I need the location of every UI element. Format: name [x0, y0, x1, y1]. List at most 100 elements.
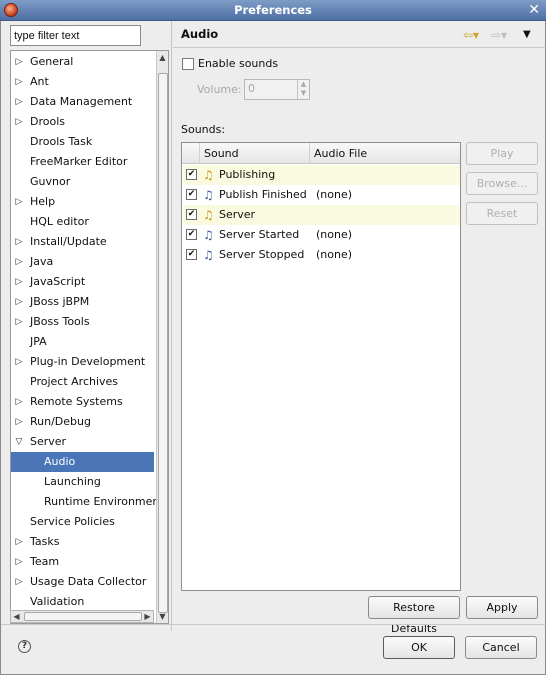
- scroll-up-icon[interactable]: ▲: [157, 53, 168, 63]
- column-header-sound[interactable]: Sound: [200, 143, 310, 164]
- tree-vertical-scrollbar[interactable]: ▲ ▼: [156, 51, 168, 623]
- cancel-button[interactable]: Cancel: [465, 636, 537, 659]
- header-divider: [173, 47, 546, 48]
- tree-item-jboss-tools[interactable]: ▷ JBoss Tools: [11, 312, 154, 332]
- tree-horizontal-scrollbar[interactable]: ◀ ▶: [10, 610, 154, 623]
- expand-arrow-icon[interactable]: ▷: [14, 412, 24, 432]
- sound-enabled-checkbox[interactable]: ✔: [186, 169, 197, 180]
- expand-arrow-icon[interactable]: ▷: [14, 312, 24, 332]
- tree-item-java[interactable]: ▷ Java: [11, 252, 154, 272]
- tree-item-help[interactable]: ▷ Help: [11, 192, 154, 212]
- audio-file: (none): [316, 228, 353, 241]
- tree-item-audio[interactable]: Audio: [11, 452, 154, 472]
- restore-defaults-button[interactable]: Restore Defaults: [368, 596, 460, 635]
- tree-item-service-policies[interactable]: Service Policies: [11, 512, 154, 532]
- sound-enabled-checkbox[interactable]: ✔: [186, 209, 197, 220]
- tree-item-tasks[interactable]: ▷ Tasks: [11, 532, 154, 552]
- view-menu-icon[interactable]: ▼: [523, 27, 531, 43]
- scroll-left-icon[interactable]: ◀: [11, 611, 22, 622]
- tree-item-validation[interactable]: Validation: [11, 592, 154, 612]
- help-icon[interactable]: ?: [18, 640, 31, 653]
- tree-item-label: Remote Systems: [30, 395, 123, 408]
- expand-arrow-icon[interactable]: ▷: [14, 392, 24, 412]
- expand-arrow-icon[interactable]: ▷: [14, 192, 24, 212]
- tree-item-freemarker-editor[interactable]: FreeMarker Editor: [11, 152, 154, 172]
- sound-name: Server: [219, 208, 256, 221]
- table-row[interactable]: ✔ ♫ Server Started (none): [183, 225, 460, 245]
- expand-arrow-icon[interactable]: ▷: [14, 232, 24, 252]
- expand-arrow-icon[interactable]: ▷: [14, 272, 24, 292]
- filter-input[interactable]: [10, 25, 141, 46]
- sound-note-icon: ♫: [203, 228, 214, 242]
- tree-item-label: Help: [30, 195, 56, 208]
- tree-item-runtime-environment[interactable]: Runtime Environment: [11, 492, 164, 512]
- tree-item-jpa[interactable]: JPA: [11, 332, 154, 352]
- expand-arrow-icon[interactable]: ▷: [14, 292, 24, 312]
- ok-button[interactable]: OK: [383, 636, 455, 659]
- enable-sounds-checkbox[interactable]: [182, 58, 194, 70]
- tree-item-data-management[interactable]: ▷ Data Management: [11, 92, 154, 112]
- table-row[interactable]: ✔ ♫ Publishing: [183, 165, 460, 185]
- panel-splitter[interactable]: [171, 21, 173, 631]
- close-icon[interactable]: ✕: [528, 1, 540, 19]
- expand-arrow-icon[interactable]: ▷: [14, 112, 24, 132]
- expand-arrow-icon[interactable]: ▷: [14, 252, 24, 272]
- tree-item-plug-in-development[interactable]: ▷ Plug-in Development: [11, 352, 154, 372]
- apply-button[interactable]: Apply: [466, 596, 538, 619]
- expand-arrow-icon[interactable]: ▷: [14, 72, 24, 92]
- sound-enabled-checkbox[interactable]: ✔: [186, 229, 197, 240]
- tree-item-run-debug[interactable]: ▷ Run/Debug: [11, 412, 154, 432]
- scrollbar-thumb[interactable]: [158, 73, 168, 613]
- tree-item-guvnor[interactable]: Guvnor: [11, 172, 154, 192]
- tree-item-hql-editor[interactable]: HQL editor: [11, 212, 154, 232]
- tree-item-javascript[interactable]: ▷ JavaScript: [11, 272, 154, 292]
- expand-arrow-icon[interactable]: ▷: [14, 532, 24, 552]
- tree-item-project-archives[interactable]: Project Archives: [11, 372, 154, 392]
- tree-item-team[interactable]: ▷ Team: [11, 552, 154, 572]
- tree-item-launching[interactable]: Launching: [11, 472, 154, 492]
- scroll-right-icon[interactable]: ▶: [142, 611, 153, 622]
- tree-item-drools-task[interactable]: Drools Task: [11, 132, 154, 152]
- spinner-arrows-icon[interactable]: ▲ ▼: [297, 80, 309, 99]
- page-title: Audio: [181, 27, 219, 41]
- tree-item-jboss-jbpm[interactable]: ▷ JBoss jBPM: [11, 292, 154, 312]
- scroll-down-icon[interactable]: ▼: [157, 612, 168, 622]
- tree-item-label: Guvnor: [30, 175, 71, 188]
- tree-item-label: Validation: [30, 595, 85, 608]
- expand-arrow-icon[interactable]: ▷: [14, 52, 24, 72]
- reset-button[interactable]: Reset: [466, 202, 538, 225]
- play-button[interactable]: Play: [466, 142, 538, 165]
- sound-enabled-checkbox[interactable]: ✔: [186, 189, 197, 200]
- forward-icon[interactable]: ⇨▾: [491, 27, 507, 43]
- tree-item-label: Data Management: [30, 95, 133, 108]
- tree-item-ant[interactable]: ▷ Ant: [11, 72, 154, 92]
- table-row[interactable]: ✔ ♫ Server Stopped (none): [183, 245, 460, 265]
- volume-value: 0: [248, 82, 255, 95]
- tree-item-server[interactable]: ▽ Server: [11, 432, 154, 452]
- tree-item-label: Plug-in Development: [30, 355, 146, 368]
- tree-item-label: Service Policies: [30, 515, 115, 528]
- expand-arrow-icon[interactable]: ▷: [14, 572, 24, 592]
- browse-button[interactable]: Browse...: [466, 172, 538, 195]
- tree-item-label: Launching: [44, 475, 101, 488]
- tree-item-general[interactable]: ▷ General: [11, 52, 154, 72]
- table-row[interactable]: ✔ ♫ Publish Finished (none): [183, 185, 460, 205]
- tree-item-remote-systems[interactable]: ▷ Remote Systems: [11, 392, 154, 412]
- tree-item-install-update[interactable]: ▷ Install/Update: [11, 232, 154, 252]
- sound-category-icon: ♫: [203, 208, 214, 222]
- volume-spinner[interactable]: 0 ▲ ▼: [244, 79, 310, 100]
- collapse-arrow-icon[interactable]: ▽: [14, 432, 24, 452]
- scrollbar-thumb[interactable]: [24, 612, 142, 621]
- sound-enabled-checkbox[interactable]: ✔: [186, 249, 197, 260]
- column-header-audio-file[interactable]: Audio File: [310, 143, 460, 164]
- tree-item-label: Tasks: [30, 535, 60, 548]
- tree-item-label: Install/Update: [30, 235, 107, 248]
- expand-arrow-icon[interactable]: ▷: [14, 92, 24, 112]
- back-icon[interactable]: ⇦▾: [463, 27, 479, 43]
- expand-arrow-icon[interactable]: ▷: [14, 552, 24, 572]
- table-row[interactable]: ✔ ♫ Server: [183, 205, 460, 225]
- expand-arrow-icon[interactable]: ▷: [14, 352, 24, 372]
- tree-item-label: Drools: [30, 115, 65, 128]
- tree-item-drools[interactable]: ▷ Drools: [11, 112, 154, 132]
- tree-item-usage-data-collector[interactable]: ▷ Usage Data Collector: [11, 572, 154, 592]
